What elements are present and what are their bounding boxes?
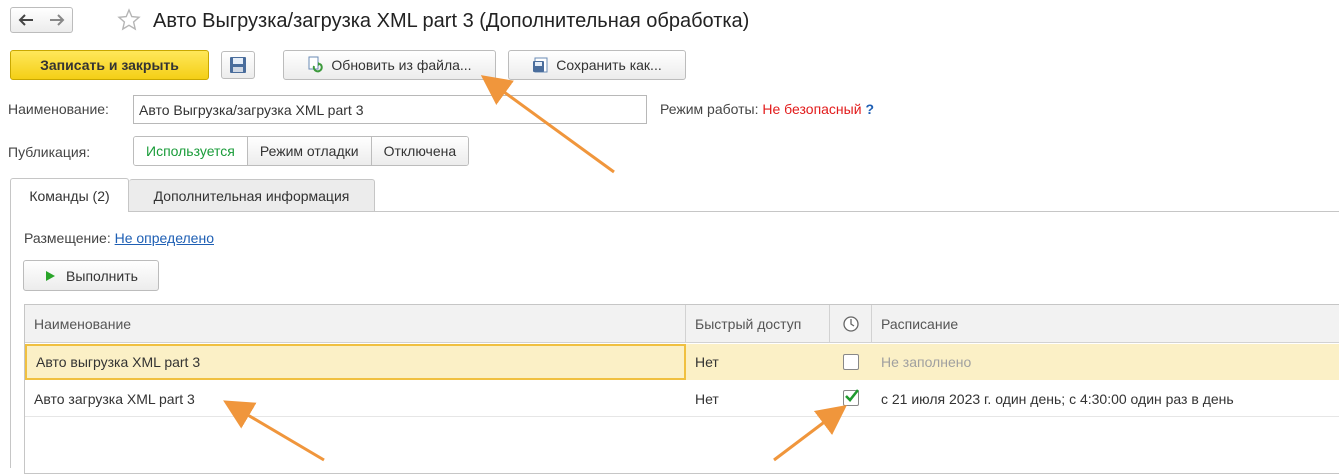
annotation-arrows [223, 75, 847, 462]
annotation-arrow [223, 400, 325, 462]
annotation-arrow [773, 404, 847, 462]
annotation-arrow [480, 75, 615, 174]
